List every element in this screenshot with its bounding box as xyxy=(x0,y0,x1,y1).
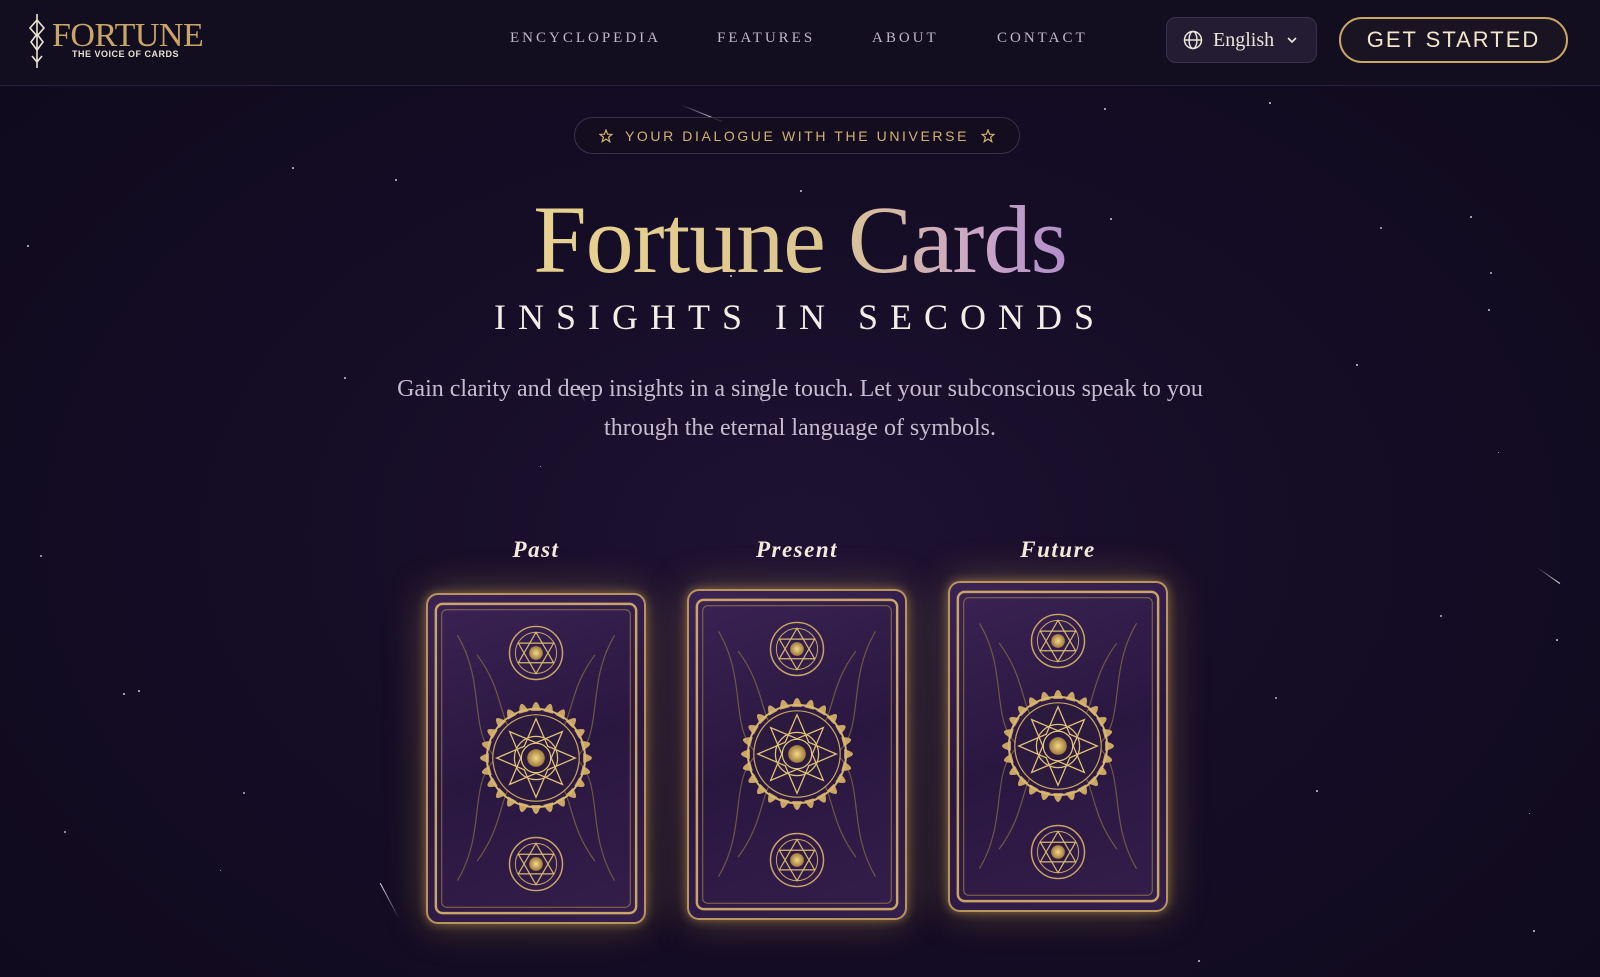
card-back-art-icon xyxy=(695,598,899,911)
tarot-card-future[interactable] xyxy=(948,581,1168,912)
card-label-past: Past xyxy=(512,537,560,562)
card-label-future: Future xyxy=(1020,537,1096,562)
nav-link-encyclopedia[interactable]: ENCYCLOPEDIA xyxy=(510,30,661,47)
star-dot xyxy=(40,555,42,557)
card-label-present: Present xyxy=(755,537,839,562)
star-dot xyxy=(395,179,397,181)
shooting-star xyxy=(379,882,400,919)
hero-title-text: Fortune Cards xyxy=(533,186,1068,293)
nav-link-contact[interactable]: CONTACT xyxy=(997,30,1088,47)
shooting-star xyxy=(1536,567,1561,584)
star-dot xyxy=(1316,790,1318,792)
hero-description: Gain clarity and deep insights in a sing… xyxy=(397,376,1203,441)
star-dot xyxy=(344,377,346,379)
get-started-button[interactable]: GET STARTED xyxy=(1339,17,1568,63)
tarot-card-present[interactable] xyxy=(687,589,907,920)
tarot-card-past[interactable] xyxy=(426,593,646,924)
site-header: FORTUNE THE VOICE OF CARDS ENCYCLOPEDIA … xyxy=(0,0,1600,86)
star-dot xyxy=(1498,452,1499,453)
star-dot xyxy=(1529,813,1530,814)
star-dot xyxy=(292,167,294,169)
card-back-art-icon xyxy=(434,602,638,915)
star-dot xyxy=(1104,108,1106,110)
hero-title: Fortune Cards xyxy=(0,185,1600,295)
star-icon xyxy=(598,128,613,143)
chevron-down-icon xyxy=(1287,37,1297,44)
nav-link-about[interactable]: ABOUT xyxy=(872,30,939,47)
hero-subtitle: INSIGHTS IN SECONDS xyxy=(493,297,1107,337)
eyebrow-badge: YOUR DIALOGUE WITH THE UNIVERSE xyxy=(574,117,1020,154)
star-dot xyxy=(540,466,541,467)
language-selector[interactable]: English xyxy=(1166,17,1317,63)
star-dot xyxy=(64,831,66,833)
star-dot xyxy=(1556,639,1558,641)
star-dot xyxy=(1198,960,1200,962)
star-dot xyxy=(138,690,140,692)
nav-link-features[interactable]: FEATURES xyxy=(717,30,815,47)
star-icon xyxy=(981,128,996,143)
eyebrow-text: YOUR DIALOGUE WITH THE UNIVERSE xyxy=(624,127,970,144)
star-dot xyxy=(1440,615,1442,617)
card-back-art-icon xyxy=(956,590,1160,903)
star-dot xyxy=(220,870,221,871)
star-dot xyxy=(123,693,125,695)
globe-icon xyxy=(1183,30,1203,50)
star-dot xyxy=(243,792,245,794)
star-dot xyxy=(1269,102,1271,104)
language-label: English xyxy=(1213,28,1275,51)
star-dot xyxy=(1275,697,1277,699)
star-dot xyxy=(1356,364,1358,366)
star-dot xyxy=(1533,930,1535,932)
